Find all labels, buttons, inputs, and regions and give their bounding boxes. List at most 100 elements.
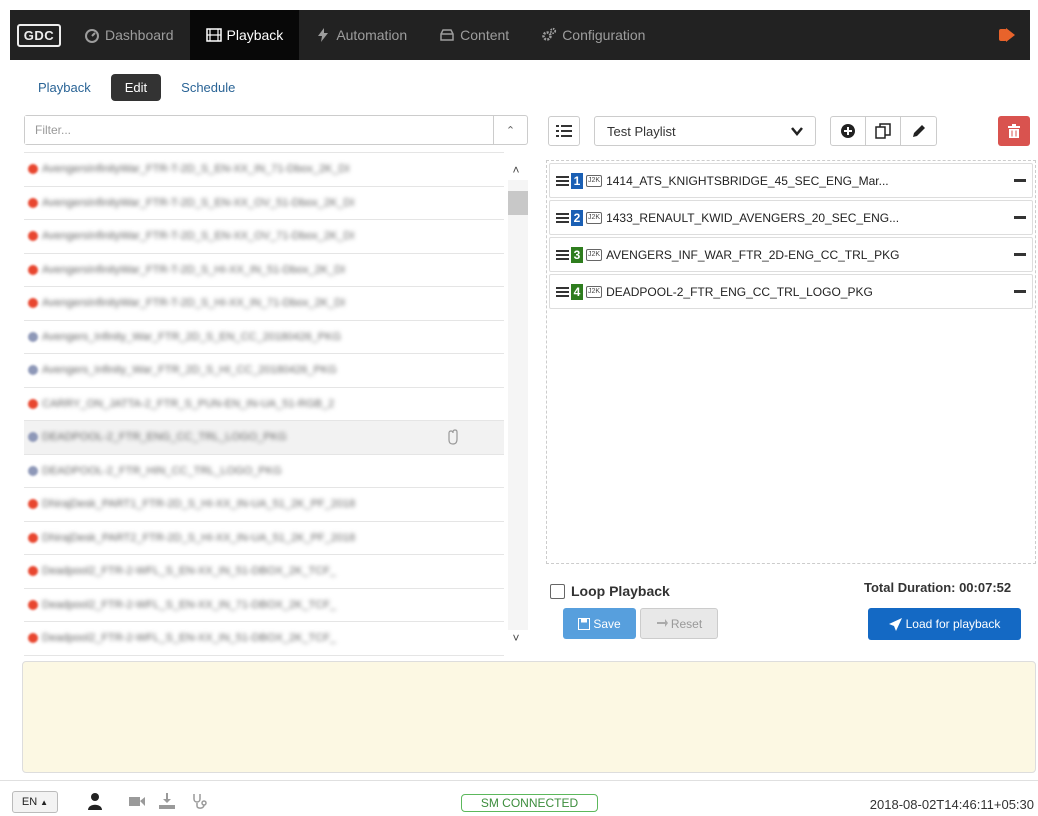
drag-handle-icon[interactable]: [556, 286, 569, 297]
list-item-label: AvengersInfinityWar_FTR-T-2D_S_EN-XX_OV_…: [42, 196, 355, 209]
status-dot-icon: [28, 499, 38, 510]
nav-content-label: Content: [460, 27, 510, 43]
loop-playback-control[interactable]: Loop Playback: [550, 583, 670, 599]
list-item[interactable]: CARRY_ON_JATTA-2_FTR_S_PUN-EN_IN-UA_51-R…: [24, 388, 504, 421]
dashboard-icon: [85, 29, 99, 43]
subnav-schedule[interactable]: Schedule: [167, 74, 249, 101]
remove-item-icon[interactable]: [1014, 290, 1026, 293]
remove-item-icon[interactable]: [1014, 179, 1026, 182]
chevron-down-icon: [791, 127, 803, 136]
nav-dashboard[interactable]: Dashboard: [68, 10, 190, 60]
scroll-thumb[interactable]: [508, 191, 528, 215]
content-list-scrollbar[interactable]: ˄ ˅: [504, 160, 528, 646]
delete-playlist-button[interactable]: [998, 116, 1030, 146]
status-dot-icon: [28, 465, 38, 476]
scroll-down-button[interactable]: ˅: [508, 630, 524, 646]
list-item[interactable]: AvengersInfinityWar_FTR-T-2D_S_EN-XX_OV_…: [24, 220, 504, 254]
language-value: EN: [21, 796, 38, 808]
list-item[interactable]: DhirajDesk_PART2_FTR-2D_S_HI-XX_IN-UA_51…: [24, 522, 504, 555]
gdc-logo[interactable]: GDC: [10, 10, 68, 60]
remove-item-icon[interactable]: [1014, 253, 1026, 256]
subnav-playback[interactable]: Playback: [24, 74, 105, 101]
scroll-track[interactable]: [508, 180, 528, 630]
content-icon: [440, 29, 454, 41]
list-item[interactable]: DEADPOOL-2_FTR_ENG_CC_TRL_LOGO_PKG: [24, 421, 504, 455]
playlist-item[interactable]: 1 J2K 1414_ATS_KNIGHTSBRIDGE_45_SEC_ENG_Ma…: [549, 163, 1033, 198]
copy-playlist-button[interactable]: [866, 117, 901, 145]
nav-automation[interactable]: Automation: [299, 10, 423, 60]
status-dot-icon: [28, 398, 38, 409]
load-for-playback-button[interactable]: Load for playback: [868, 608, 1021, 640]
playlist-item[interactable]: 3 J2K AVENGERS_INF_WAR_FTR_2D-ENG_CC_TRL_P…: [549, 237, 1033, 272]
nav-playback-label: Playback: [226, 27, 284, 43]
floppy-icon: [578, 617, 591, 630]
logo-text: GDC: [16, 23, 62, 47]
status-dot-icon: [28, 365, 38, 376]
list-item[interactable]: AvengersInfinityWar_FTR-T-2D_S_HI-XX_IN_…: [24, 287, 504, 321]
language-selector[interactable]: EN ▲: [12, 791, 58, 813]
trash-icon: [1008, 124, 1020, 138]
status-dot-icon: [28, 298, 38, 309]
playlist-item-number: 4: [571, 283, 583, 300]
playlist-box[interactable]: 1 J2K 1414_ATS_KNIGHTSBRIDGE_45_SEC_ENG_Ma…: [546, 160, 1036, 564]
list-item[interactable]: Deadpool2_FTR-2-WFL_S_EN-XX_IN_51-DBOX_2…: [24, 555, 504, 589]
download-icon[interactable]: [158, 792, 176, 810]
nav-configuration-label: Configuration: [562, 27, 646, 43]
list-item[interactable]: Deadpool2_FTR-2-WFL_S_EN-XX_IN_71-DBOX_2…: [24, 589, 504, 622]
list-item-label: Avengers_Infinity_War_FTR_2D_S_HI_CC_201…: [42, 364, 337, 377]
collapse-filter-button[interactable]: ⌃: [493, 116, 527, 144]
playlist-item[interactable]: 2 J2K 1433_RENAULT_KWID_AVENGERS_20_SEC_EN…: [549, 200, 1033, 235]
playlist-list-button[interactable]: [548, 116, 580, 146]
playlist-select[interactable]: Test Playlist: [594, 116, 816, 146]
list-item[interactable]: AvengersInfinityWar_FTR-T-2D_S_EN-XX_OV_…: [24, 187, 504, 220]
nav-configuration[interactable]: Configuration: [525, 10, 661, 60]
user-icon[interactable]: [86, 792, 104, 810]
drag-handle-icon[interactable]: [556, 175, 569, 186]
list-item[interactable]: DEADPOOL-2_FTR_HIN_CC_TRL_LOGO_PKG: [24, 455, 504, 488]
film-icon: [205, 28, 222, 42]
copy-icon: [875, 123, 891, 139]
playlist-item[interactable]: 4 J2K DEADPOOL-2_FTR_ENG_CC_TRL_LOGO_PKG: [549, 274, 1033, 309]
edit-playlist-button[interactable]: [901, 117, 936, 145]
video-camera-icon[interactable]: [128, 792, 146, 810]
list-item-label: AvengersInfinityWar_FTR-T-2D_S_HI-XX_IN_…: [42, 263, 346, 276]
logout-button[interactable]: [984, 10, 1030, 60]
drag-handle-icon[interactable]: [556, 249, 569, 260]
hand-cursor-icon: [448, 429, 458, 445]
list-item[interactable]: Deadpool2_FTR-2-WFL_S_EN-XX_IN_51-DBOX_2…: [24, 622, 504, 656]
scroll-up-button[interactable]: ˄: [508, 162, 524, 178]
list-item[interactable]: DhirajDesk_PART1_FTR-2D_S_HI-XX_IN-UA_51…: [24, 488, 504, 522]
list-item[interactable]: AvengersInfinityWar_FTR-T-2D_S_HI-XX_IN_…: [24, 254, 504, 287]
loop-playback-checkbox[interactable]: [550, 583, 565, 599]
add-playlist-button[interactable]: [831, 117, 866, 145]
drag-handle-icon[interactable]: [556, 212, 569, 223]
bolt-icon: [318, 28, 329, 42]
playlist-item-name: 1433_RENAULT_KWID_AVENGERS_20_SEC_ENG...: [606, 210, 900, 225]
save-button[interactable]: Save: [563, 608, 636, 639]
content-list: AvengersInfinityWar_FTR-T-2D_S_EN-XX_IN_…: [24, 152, 504, 657]
gears-icon: [542, 27, 557, 41]
list-item[interactable]: AvengersInfinityWar_FTR-T-2D_S_EN-XX_IN_…: [24, 153, 504, 187]
chevron-up-icon: ˄: [512, 163, 520, 177]
filter-input[interactable]: [25, 116, 493, 144]
list-item-label: AvengersInfinityWar_FTR-T-2D_S_EN-XX_OV_…: [42, 230, 355, 243]
list-item-label: Deadpool2_FTR-2-WFL_S_EN-XX_IN_51-DBOX_2…: [42, 632, 337, 645]
nav-playback[interactable]: Playback: [189, 10, 300, 60]
status-dot-icon: [28, 331, 38, 342]
list-item-label: Deadpool2_FTR-2-WFL_S_EN-XX_IN_71-DBOX_2…: [42, 598, 337, 611]
playlist-item-name: 1414_ATS_KNIGHTSBRIDGE_45_SEC_ENG_Mar...: [606, 173, 889, 188]
load-label: Load for playback: [905, 617, 1001, 631]
status-footer: EN ▲ SM CONNECTED 2018-08-02T14:46:11+05…: [0, 780, 1038, 816]
plus-circle-icon: [841, 124, 855, 138]
status-dot-icon: [28, 532, 38, 543]
list-item[interactable]: Avengers_Infinity_War_FTR_2D_S_EN_CC_201…: [24, 321, 504, 354]
stethoscope-icon[interactable]: [190, 792, 208, 810]
list-item[interactable]: Avengers_Infinity_War_FTR_2D_S_HI_CC_201…: [24, 354, 504, 388]
reset-button[interactable]: Reset: [640, 608, 718, 639]
nav-content[interactable]: Content: [423, 10, 525, 60]
double-chevron-up-icon: ⌃: [505, 124, 516, 137]
list-item-label: DhirajDesk_PART2_FTR-2D_S_HI-XX_IN-UA_51…: [42, 531, 356, 544]
remove-item-icon[interactable]: [1014, 216, 1026, 219]
status-dot-icon: [28, 633, 38, 644]
subnav-edit[interactable]: Edit: [110, 74, 162, 101]
